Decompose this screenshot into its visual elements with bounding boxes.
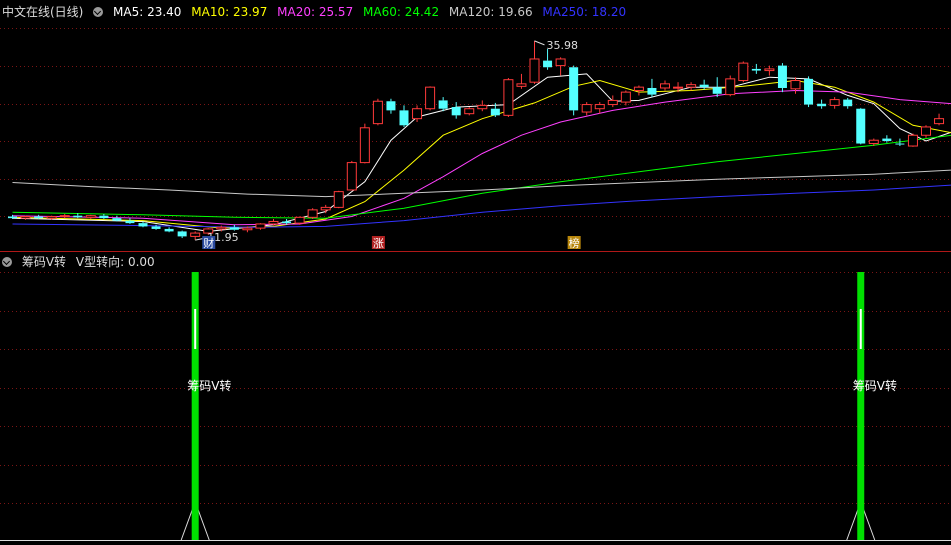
candle-body-down <box>73 215 83 218</box>
candle-body-down <box>34 216 44 219</box>
candle-body-down <box>569 67 579 111</box>
ma20-label: MA20: 25.57 <box>277 5 354 19</box>
candle-body-down <box>777 65 787 88</box>
candle-body-down <box>151 226 161 229</box>
candle-body-up <box>359 127 370 164</box>
candle-body-up <box>268 220 279 225</box>
candle-body-down <box>751 68 761 71</box>
candle-body-up <box>633 86 644 91</box>
candle-body-down <box>164 228 174 232</box>
candle-body-up <box>242 227 253 231</box>
ma-line-ma20 <box>12 89 951 226</box>
candle-body-up <box>686 84 697 88</box>
candle-body-up <box>307 209 318 218</box>
ma5-label: MA5: 23.40 <box>113 5 182 19</box>
candle-body-up <box>516 83 527 87</box>
candle-body-up <box>346 162 357 191</box>
candle-body-up <box>725 78 736 96</box>
candle-body-down <box>804 78 814 105</box>
candle-body-up <box>320 206 331 211</box>
candle-body-up <box>738 62 749 82</box>
candle-body-down <box>817 103 827 107</box>
candle-body-down <box>177 231 187 237</box>
candle-body-up <box>764 68 775 72</box>
candle-body-up <box>660 83 670 89</box>
signal-label: 筹码V转 <box>187 378 231 393</box>
candle-body-up <box>673 86 684 89</box>
candle-body-up <box>372 100 383 125</box>
candle-body-down <box>8 216 17 219</box>
main-legend: 中文在线(日线) MA5: 23.40 MA10: 23.97 MA20: 25… <box>2 2 632 22</box>
candle-body-down <box>282 221 292 224</box>
kline-chart: 35.9811.95财涨榜 筹码V转 筹码V转 <box>0 28 951 541</box>
candle-body-down <box>843 99 853 107</box>
candle-body-up <box>607 99 618 106</box>
candle-body-up <box>594 104 605 110</box>
candle-body-up <box>529 58 540 83</box>
candle-body-down <box>543 60 553 68</box>
event-marker-label: 涨 <box>373 237 384 250</box>
sub-indicator-panel: 筹码V转 筹码V转 <box>0 272 951 541</box>
candle-body-up <box>620 91 631 103</box>
event-marker-label: 财 <box>203 236 214 250</box>
candle-body-up <box>59 215 70 218</box>
candle-body-down <box>490 108 500 116</box>
candle-body-up <box>921 126 931 136</box>
candle-body-up <box>255 223 266 229</box>
sub-indicator-name: 筹码V转 <box>21 255 67 269</box>
candle-body-up <box>503 79 514 116</box>
candle-body-down <box>125 220 135 224</box>
signal-bar-highlight <box>859 309 862 349</box>
candle-body-up <box>412 108 423 120</box>
candle-body-down <box>438 100 448 109</box>
candle-body-up <box>333 191 344 208</box>
candle-body-up <box>294 216 305 224</box>
ma-line-ma250 <box>12 184 951 228</box>
candle-body-down <box>99 215 109 219</box>
sub-indicator-value: V型转向: 0.00 <box>75 255 155 269</box>
candle-body-up <box>790 80 801 90</box>
ma60-label: MA60: 24.42 <box>363 5 440 19</box>
candle-body-up <box>216 226 227 230</box>
candle-body-down <box>647 87 657 95</box>
ma10-label: MA10: 23.97 <box>191 5 268 19</box>
signal-bar-highlight <box>194 309 197 349</box>
candle-body-down <box>229 227 239 230</box>
candle-body-up <box>829 99 840 106</box>
candle-body-up <box>464 108 475 115</box>
candle-body-down <box>699 84 709 88</box>
candle-body-down <box>399 110 409 126</box>
candle-body-down <box>712 87 722 94</box>
candle-body-down <box>895 143 905 145</box>
chevron-down-icon[interactable] <box>93 7 104 17</box>
candle-body-up <box>190 232 201 237</box>
ma120-label: MA120: 19.66 <box>448 5 533 19</box>
chevron-down-icon[interactable] <box>2 257 12 267</box>
candle-body-up <box>581 104 592 113</box>
candle-body-down <box>882 138 892 142</box>
candle-body-down <box>138 223 148 227</box>
candle-body-up <box>477 104 488 110</box>
candle-body-up <box>46 215 57 219</box>
candle-body-down <box>451 107 461 116</box>
candle-body-up <box>425 86 436 110</box>
candle-body-up <box>868 139 879 145</box>
candle-body-up <box>85 215 96 218</box>
candle-body-down <box>856 108 866 144</box>
sub-legend: 筹码V转 V型转向: 0.00 <box>2 252 161 272</box>
high-price-label: 35.98 <box>547 39 579 52</box>
candle-body-up <box>20 215 31 219</box>
candle-body-down <box>386 101 396 111</box>
candle-body-down <box>112 218 122 221</box>
candle-body-up <box>934 118 945 125</box>
high-pointer <box>534 40 545 46</box>
ma250-label: MA250: 18.20 <box>542 5 627 19</box>
candle-body-up <box>907 134 918 147</box>
candle-body-up <box>555 58 566 67</box>
signal-label: 筹码V转 <box>853 378 897 393</box>
main-title: 中文在线(日线) <box>2 5 84 19</box>
event-marker-label: 榜 <box>569 236 580 250</box>
